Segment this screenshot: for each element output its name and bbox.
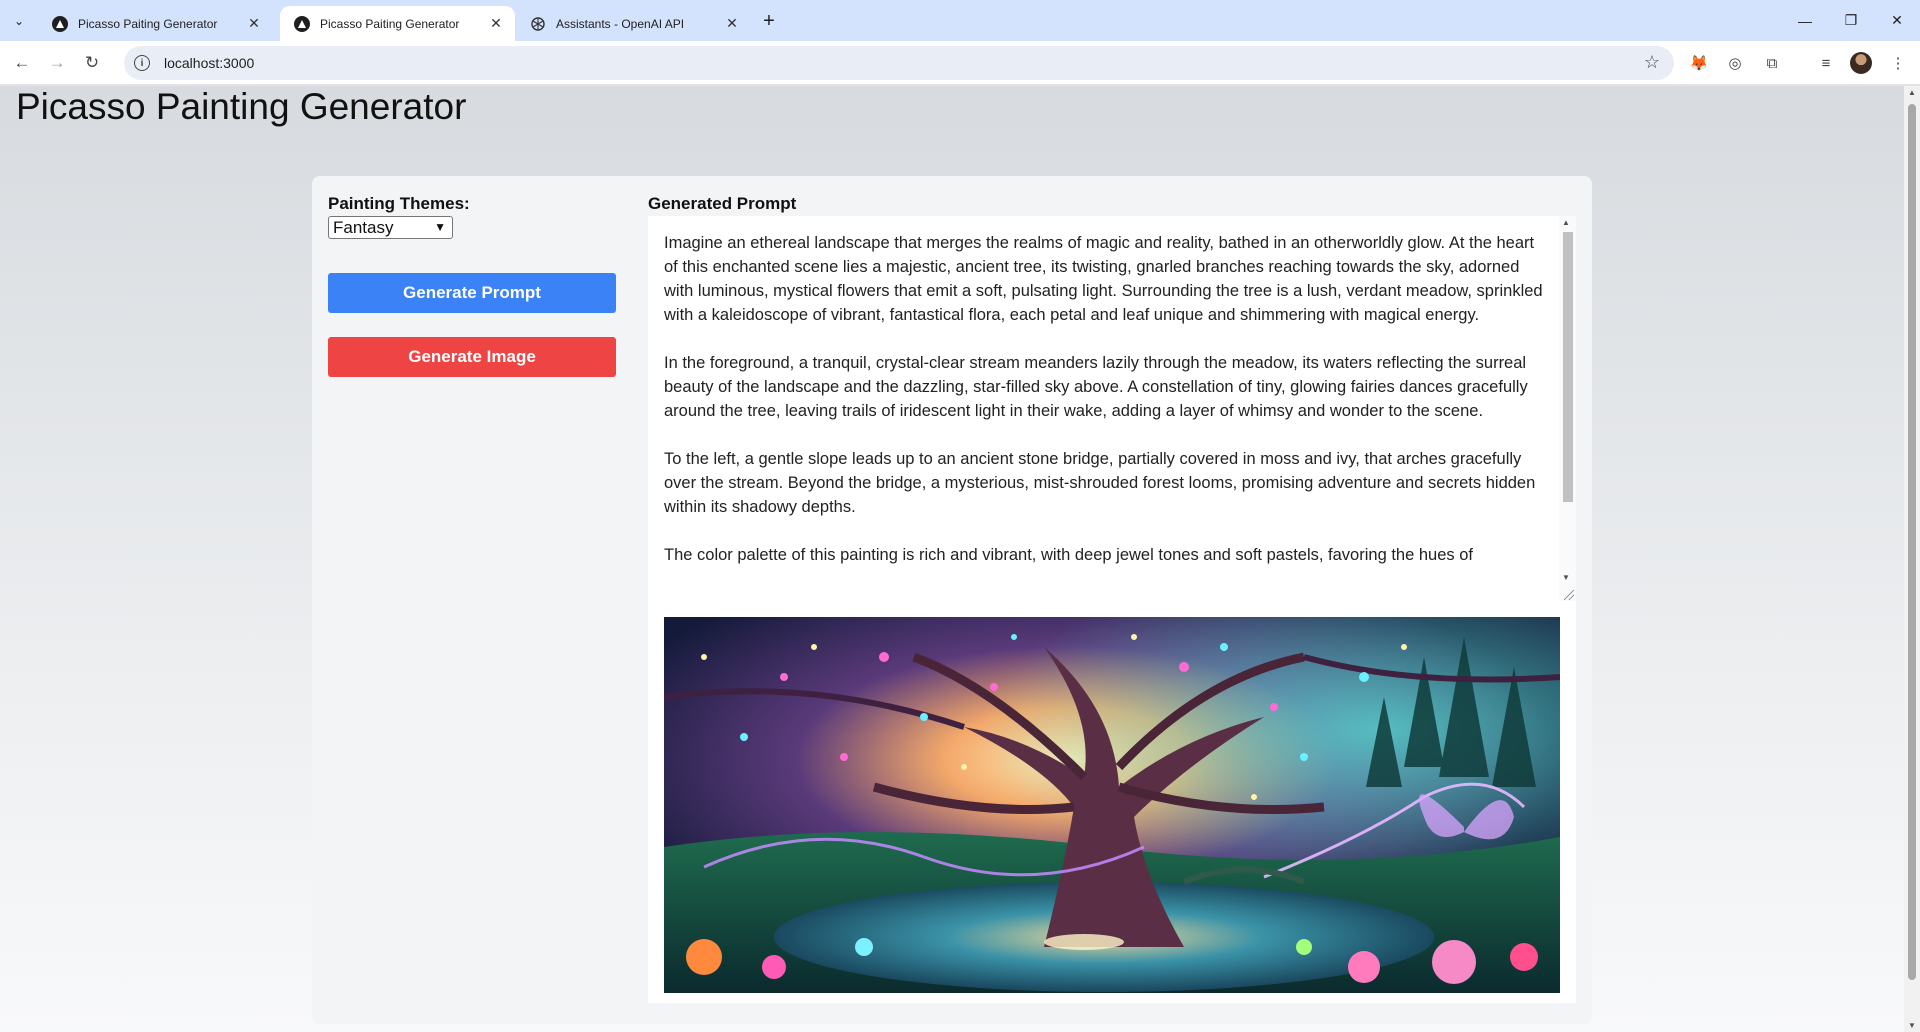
browser-tab-2[interactable]: Picasso Paiting Generator ✕ [280,6,515,41]
chevron-down-icon: ▼ [434,220,446,234]
page-title: Picasso Painting Generator [16,86,467,127]
back-icon[interactable]: ← [8,49,36,77]
scroll-up-icon[interactable]: ▲ [1562,218,1570,227]
prompt-paragraph: Imagine an ethereal landscape that merge… [664,234,1543,324]
prompt-paragraph: The color palette of this painting is ri… [664,546,1473,564]
tab-title: Assistants - OpenAI API [556,16,685,31]
url-text: localhost:3000 [164,55,255,71]
close-icon[interactable]: ✕ [245,15,263,33]
reload-icon[interactable]: ↻ [78,49,106,77]
profile-avatar[interactable] [1850,52,1872,74]
image-card [648,601,1576,1003]
address-bar[interactable]: i localhost:3000 ☆ [124,46,1674,80]
themes-label: Painting Themes: [328,194,470,213]
prompt-textarea[interactable]: Imagine an ethereal landscape that merge… [648,216,1576,602]
minimize-icon[interactable]: — [1782,0,1828,41]
generated-prompt-heading: Generated Prompt [648,194,797,213]
output-panel: Generated Prompt Imagine an ethereal lan… [632,176,1592,1024]
prompt-paragraph: To the left, a gentle slope leads up to … [664,450,1536,516]
close-icon[interactable]: ✕ [487,15,505,33]
extension-icon[interactable]: ◎ [1724,52,1746,74]
resize-handle[interactable] [1564,590,1574,600]
metamask-icon[interactable]: 🦊 [1688,52,1710,74]
scroll-down-icon[interactable]: ▼ [1562,573,1570,582]
openai-icon [530,16,546,32]
scroll-thumb[interactable] [1563,232,1573,502]
generated-painting [664,617,1560,993]
theme-select-value: Fantasy [333,217,394,237]
forward-icon[interactable]: → [43,49,71,77]
page-scroll-thumb[interactable] [1908,104,1916,980]
menu-kebab-icon[interactable]: ⋮ [1887,52,1909,74]
media-control-icon[interactable]: ≡ [1815,52,1837,74]
theme-select[interactable]: Fantasy ▼ [328,216,453,239]
tab-title: Picasso Paiting Generator [78,16,218,31]
bookmark-star-icon[interactable]: ☆ [1644,52,1660,73]
browser-tabstrip: ⌄ Picasso Paiting Generator ✕ Picasso Pa… [0,0,1920,41]
site-info-icon[interactable]: i [134,55,150,71]
browser-tab-1[interactable]: Picasso Paiting Generator ✕ [38,6,273,41]
scroll-down-icon[interactable]: ▼ [1908,1021,1916,1030]
generate-image-button[interactable]: Generate Image [328,337,616,377]
scroll-up-icon[interactable]: ▲ [1908,88,1916,97]
prompt-text: Imagine an ethereal landscape that merge… [664,231,1544,591]
new-tab-icon[interactable]: + [756,8,782,34]
prompt-scrollbar[interactable]: ▲ ▼ [1559,216,1576,602]
browser-toolbar: ← → ↻ i localhost:3000 ☆ 🦊 ◎ ⧉ ≡ ⋮ [0,41,1920,85]
prompt-paragraph: In the foreground, a tranquil, crystal-c… [664,354,1528,420]
page-scrollbar[interactable]: ▲ ▼ [1904,86,1920,1032]
window-close-icon[interactable]: ✕ [1874,0,1920,41]
close-icon[interactable]: ✕ [723,15,741,33]
tab-search-icon[interactable]: ⌄ [6,8,32,34]
page-viewport: Picasso Painting Generator Painting Them… [0,86,1920,1032]
browser-tab-3[interactable]: Assistants - OpenAI API ✕ [516,6,751,41]
restore-icon[interactable]: ❐ [1828,0,1874,41]
extensions-puzzle-icon[interactable]: ⧉ [1761,52,1783,74]
app-icon [294,15,310,32]
app-icon [52,15,68,32]
tab-title: Picasso Paiting Generator [320,16,460,31]
generate-prompt-button[interactable]: Generate Prompt [328,273,616,313]
controls-panel: Painting Themes: Fantasy ▼ Generate Prom… [312,176,634,1024]
